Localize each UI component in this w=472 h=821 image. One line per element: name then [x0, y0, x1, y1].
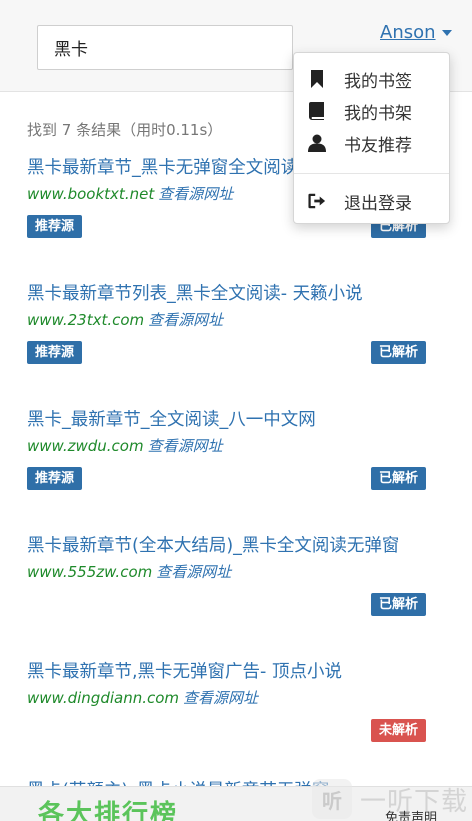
user-icon — [308, 134, 326, 152]
book-icon — [308, 102, 326, 120]
watermark: 听 一听下载 — [312, 777, 472, 821]
result-item: 黑卡_最新章节_全文阅读_八一中文网 www.zwdu.com 查看源网址 推荐源… — [27, 408, 472, 491]
menu-item-label: 我的书架 — [344, 103, 412, 124]
menu-item-label: 书友推荐 — [344, 135, 412, 156]
logout-icon — [308, 192, 326, 210]
results-summary: 找到 7 条结果（用时0.11s） — [27, 121, 223, 139]
result-title-link[interactable]: 黑卡最新章节(全本大结局)_黑卡全文阅读无弹窗 — [27, 534, 472, 558]
menu-item-label: 我的书签 — [344, 71, 412, 92]
caret-down-icon — [441, 29, 452, 36]
menu-item-logout[interactable]: 退出登录 — [294, 185, 449, 217]
menu-item-recommend[interactable]: 书友推荐 — [294, 127, 449, 159]
recommended-badge: 推荐源 — [27, 341, 83, 364]
recommended-badge: 推荐源 — [27, 215, 83, 238]
result-url: www.23txt.com 查看源网址 — [27, 310, 472, 330]
result-item: 黑卡最新章节列表_黑卡全文阅读- 天籁小说 www.23txt.com 查看源网址… — [27, 282, 472, 365]
user-name[interactable]: Anson — [380, 22, 436, 43]
watermark-text: 一听下载 — [360, 786, 469, 817]
result-title-link[interactable]: 黑卡_最新章节_全文阅读_八一中文网 — [27, 408, 472, 432]
menu-item-bookmarks[interactable]: 我的书签 — [294, 63, 449, 95]
result-domain: www.dingdiann.com — [27, 689, 180, 707]
view-source-link[interactable]: 查看源网址 — [183, 689, 258, 707]
parsed-status-badge: 已解析 — [370, 467, 426, 490]
result-domain: www.booktxt.net — [27, 185, 155, 203]
recommended-badge: 推荐源 — [27, 467, 83, 490]
result-title-link[interactable]: 黑卡最新章节,黑卡无弹窗广告- 顶点小说 — [27, 660, 472, 684]
parsed-status-badge: 已解析 — [370, 341, 426, 364]
result-item: 黑卡最新章节(全本大结局)_黑卡全文阅读无弹窗 www.555zw.com 查看源… — [27, 534, 472, 617]
view-source-link[interactable]: 查看源网址 — [148, 437, 223, 455]
watermark-logo-icon: 听 — [312, 779, 352, 819]
result-item: 黑卡最新章节,黑卡无弹窗广告- 顶点小说 www.dingdiann.com 查看… — [27, 660, 472, 743]
result-domain: www.23txt.com — [27, 311, 145, 329]
menu-divider — [294, 173, 449, 174]
result-badges: 未解析 — [27, 719, 426, 743]
result-url: www.zwdu.com 查看源网址 — [27, 436, 472, 456]
result-domain: www.555zw.com — [27, 563, 153, 581]
view-source-link[interactable]: 查看源网址 — [158, 185, 233, 203]
view-source-link[interactable]: 查看源网址 — [156, 563, 231, 581]
result-title-link[interactable]: 黑卡最新章节列表_黑卡全文阅读- 天籁小说 — [27, 282, 472, 306]
user-menu-toggle[interactable]: Anson — [380, 22, 452, 43]
parsed-status-badge: 已解析 — [370, 593, 426, 616]
result-url: www.dingdiann.com 查看源网址 — [27, 688, 472, 708]
menu-item-bookshelf[interactable]: 我的书架 — [294, 95, 449, 127]
unparsed-status-badge: 未解析 — [370, 719, 426, 742]
result-badges: 推荐源 已解析 — [27, 467, 426, 491]
view-source-link[interactable]: 查看源网址 — [148, 311, 223, 329]
result-domain: www.zwdu.com — [27, 437, 144, 455]
bookmark-icon — [308, 70, 326, 88]
menu-item-label: 退出登录 — [344, 193, 412, 214]
result-badges: 推荐源 已解析 — [27, 341, 426, 365]
search-box[interactable] — [37, 25, 293, 70]
search-input[interactable] — [38, 26, 292, 69]
result-badges: 已解析 — [27, 593, 426, 617]
ranking-link[interactable]: 各大排行榜 — [38, 794, 178, 821]
result-url: www.555zw.com 查看源网址 — [27, 562, 472, 582]
user-dropdown-menu: 我的书签 我的书架 书友推荐 退出登录 — [293, 52, 450, 224]
